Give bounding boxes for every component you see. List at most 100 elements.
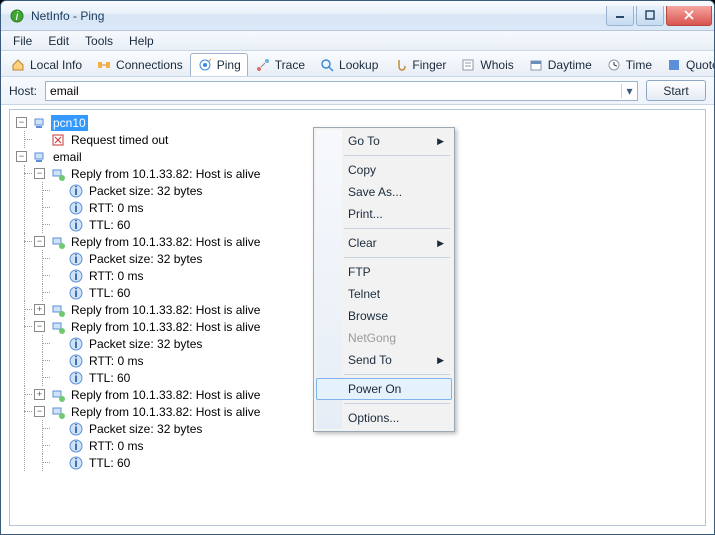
submenu-arrow-icon: ▶ — [437, 136, 444, 147]
collapse-icon[interactable]: − — [34, 406, 45, 417]
submenu-arrow-icon: ▶ — [437, 238, 444, 249]
collapse-icon[interactable]: − — [34, 168, 45, 179]
tree-item-detail[interactable]: i RTT: 0 ms — [52, 437, 701, 454]
tab-label: Time — [626, 58, 652, 72]
maximize-button[interactable] — [636, 6, 664, 26]
reply-icon — [50, 302, 66, 318]
tab-local-info[interactable]: Local Info — [3, 53, 89, 76]
menu-tools[interactable]: Tools — [77, 32, 121, 50]
svg-text:i: i — [74, 456, 77, 470]
tree-label: RTT: 0 ms — [87, 200, 145, 216]
menu-separator — [344, 228, 450, 229]
menu-item-label: Telnet — [348, 287, 380, 301]
info-icon: i — [68, 200, 84, 216]
menu-item-saveas[interactable]: Save As... — [316, 181, 452, 203]
menu-separator — [344, 257, 450, 258]
menu-item-copy[interactable]: Copy — [316, 159, 452, 181]
chevron-down-icon[interactable]: ▾ — [621, 84, 637, 98]
toolbar-tabs: Local Info Connections Ping Trace Lookup… — [1, 51, 714, 77]
tab-label: Lookup — [339, 58, 378, 72]
info-icon: i — [68, 336, 84, 352]
tree-label: TTL: 60 — [87, 217, 132, 233]
tree-label: Reply from 10.1.33.82: Host is alive — [69, 319, 262, 335]
svg-text:i: i — [74, 439, 77, 453]
tree-label: RTT: 0 ms — [87, 438, 145, 454]
menu-item-label: Print... — [348, 207, 383, 221]
tree-item-detail[interactable]: iTTL: 60 — [52, 454, 701, 471]
info-icon: i — [68, 455, 84, 471]
info-icon: i — [68, 217, 84, 233]
menu-item-browse[interactable]: Browse — [316, 305, 452, 327]
collapse-icon[interactable]: − — [16, 117, 27, 128]
daytime-icon — [528, 57, 544, 73]
tree-label: Reply from 10.1.33.82: Host is alive — [69, 387, 262, 403]
minimize-button[interactable] — [606, 6, 634, 26]
tree-label: RTT: 0 ms — [87, 353, 145, 369]
tab-label: Local Info — [30, 58, 82, 72]
tab-ping[interactable]: Ping — [190, 53, 248, 76]
tree-label: pcn10 — [51, 115, 88, 131]
quote-icon — [666, 57, 682, 73]
tab-finger[interactable]: Finger — [385, 53, 453, 76]
info-icon: i — [68, 370, 84, 386]
menu-item-label: FTP — [348, 265, 371, 279]
context-menu: Go To ▶ Copy Save As... Print... Clear▶ F… — [313, 127, 455, 432]
tab-label: Connections — [116, 58, 183, 72]
menu-edit[interactable]: Edit — [40, 32, 77, 50]
svg-text:i: i — [16, 9, 19, 23]
reply-icon — [50, 234, 66, 250]
time-icon — [606, 57, 622, 73]
menu-item-clear[interactable]: Clear▶ — [316, 232, 452, 254]
menu-item-label: Save As... — [348, 185, 402, 199]
ping-icon — [197, 57, 213, 73]
tab-time[interactable]: Time — [599, 53, 659, 76]
info-icon: i — [68, 421, 84, 437]
tab-quote[interactable]: Quote — [659, 53, 714, 76]
tab-whois[interactable]: Whois — [453, 53, 520, 76]
info-icon: i — [68, 268, 84, 284]
menu-item-label: Go To — [348, 134, 380, 148]
expand-icon[interactable]: + — [34, 304, 45, 315]
expand-icon[interactable]: + — [34, 389, 45, 400]
tree-label: TTL: 60 — [87, 370, 132, 386]
tree-label: TTL: 60 — [87, 285, 132, 301]
collapse-icon[interactable]: − — [16, 151, 27, 162]
menu-item-poweron[interactable]: Power On — [316, 378, 452, 400]
trace-icon — [255, 57, 271, 73]
host-icon — [32, 115, 48, 131]
menu-file[interactable]: File — [5, 32, 40, 50]
whois-icon — [460, 57, 476, 73]
tree-label: Reply from 10.1.33.82: Host is alive — [69, 404, 262, 420]
host-combobox[interactable]: ▾ — [45, 81, 638, 101]
tree-label: Reply from 10.1.33.82: Host is alive — [69, 234, 262, 250]
menu-item-label: Send To — [348, 353, 392, 367]
svg-text:i: i — [74, 371, 77, 385]
tab-connections[interactable]: Connections — [89, 53, 190, 76]
menubar: File Edit Tools Help — [1, 31, 714, 51]
tree-label: Packet size: 32 bytes — [87, 336, 204, 352]
menu-item-options[interactable]: Options... — [316, 407, 452, 429]
menu-help[interactable]: Help — [121, 32, 162, 50]
titlebar: i NetInfo - Ping — [1, 1, 714, 31]
collapse-icon[interactable]: − — [34, 321, 45, 332]
start-button[interactable]: Start — [646, 80, 706, 101]
tab-daytime[interactable]: Daytime — [521, 53, 599, 76]
tree-label: RTT: 0 ms — [87, 268, 145, 284]
close-button[interactable] — [666, 6, 712, 26]
menu-item-goto[interactable]: Go To ▶ — [316, 130, 452, 152]
tab-trace[interactable]: Trace — [248, 53, 312, 76]
host-input[interactable] — [46, 84, 621, 98]
menu-item-telnet[interactable]: Telnet — [316, 283, 452, 305]
svg-text:i: i — [74, 354, 77, 368]
menu-separator — [344, 403, 450, 404]
connections-icon — [96, 57, 112, 73]
reply-icon — [50, 319, 66, 335]
tree-label: Packet size: 32 bytes — [87, 183, 204, 199]
tab-lookup[interactable]: Lookup — [312, 53, 385, 76]
menu-item-ftp[interactable]: FTP — [316, 261, 452, 283]
menu-item-sendto[interactable]: Send To▶ — [316, 349, 452, 371]
menu-item-print[interactable]: Print... — [316, 203, 452, 225]
collapse-icon[interactable]: − — [34, 236, 45, 247]
app-icon: i — [9, 8, 25, 24]
menu-item-label: Copy — [348, 163, 376, 177]
